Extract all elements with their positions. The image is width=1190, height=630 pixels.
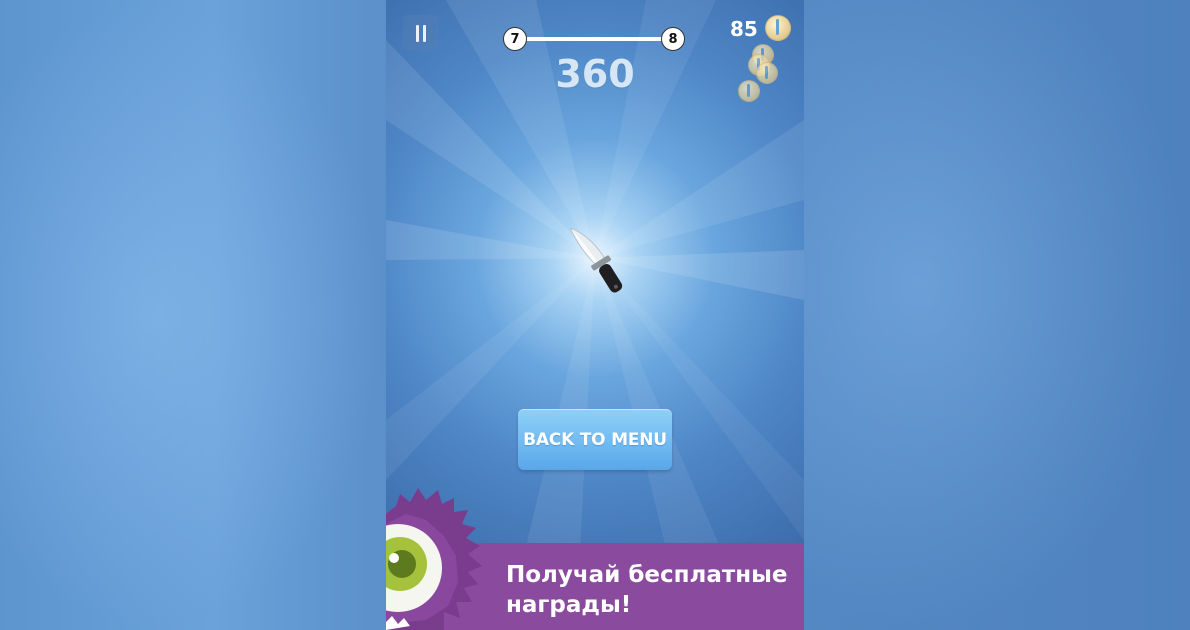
current-level: 7 — [503, 27, 527, 51]
pause-button[interactable] — [403, 15, 439, 51]
purple-monster-mascot — [386, 488, 482, 630]
coin-icon — [756, 62, 778, 84]
back-to-menu-button[interactable]: BACK TO MENU — [518, 409, 672, 470]
pause-icon — [416, 24, 419, 42]
coin-icon — [738, 80, 760, 102]
background-blur-right — [804, 0, 1190, 630]
promo-line-2: награды! — [506, 592, 632, 618]
coin-icon — [765, 15, 791, 41]
level-progress: 7 8 — [503, 27, 685, 51]
background-blur-left — [0, 0, 386, 630]
game-screen[interactable]: 7 8 360 85 BACK TO MENU Получай бесплатн… — [386, 0, 804, 630]
coin-counter: 85 — [730, 17, 758, 41]
promo-line-1: Получай бесплатные — [506, 562, 788, 588]
score: 360 — [555, 52, 635, 96]
level-progress-track — [513, 37, 675, 41]
promo-text: Получай бесплатные награды! — [506, 560, 802, 620]
next-level: 8 — [661, 27, 685, 51]
knife-icon — [569, 227, 623, 293]
